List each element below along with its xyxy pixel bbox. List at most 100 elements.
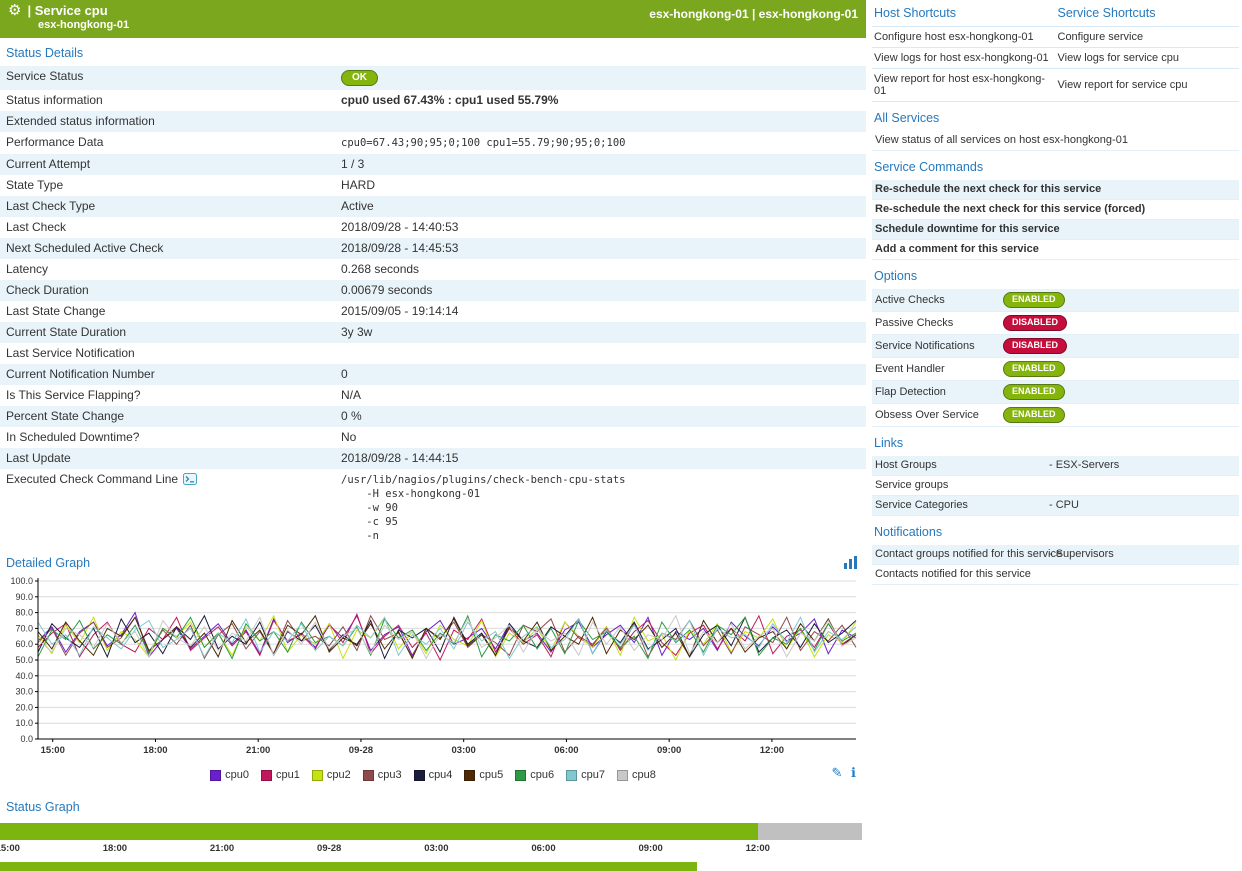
gear-icon[interactable]: ⚙ <box>8 3 21 18</box>
field-value: 0 % <box>335 406 866 427</box>
host-shortcut-link[interactable]: Configure host esx-hongkong-01 <box>872 27 1056 48</box>
field-value: 0.268 seconds <box>335 259 866 280</box>
table-row: Current Attempt1 / 3 <box>0 154 866 175</box>
status-segment-nodata <box>758 823 862 840</box>
table-row: Percent State Change0 % <box>0 406 866 427</box>
field-value: 2018/09/28 - 14:45:53 <box>335 238 866 259</box>
option-row[interactable]: Flap DetectionENABLED <box>872 381 1239 404</box>
option-label: Active Checks <box>875 294 1003 307</box>
status-axis-label: 18:00 <box>103 843 127 854</box>
table-row: Last Update2018/09/28 - 14:44:15 <box>0 448 866 469</box>
links-heading[interactable]: Links <box>872 427 1239 456</box>
main-panel: ⚙ | Service cpu esx-hongkong-01 esx-hong… <box>0 0 866 871</box>
legend-label: cpu7 <box>581 769 605 781</box>
legend-label: cpu4 <box>429 769 453 781</box>
service-command-link[interactable]: Schedule downtime for this service <box>872 220 1239 240</box>
svg-text:09:00: 09:00 <box>657 745 681 756</box>
status-badge: OK <box>341 70 378 86</box>
side-panel: Host Shortcuts Service Shortcuts Configu… <box>866 0 1242 871</box>
service-shortcut-link[interactable]: Configure service <box>1056 27 1240 48</box>
option-state-badge[interactable]: ENABLED <box>1003 361 1065 377</box>
row-label: View status of all services on host esx-… <box>875 134 1128 147</box>
edit-graph-icon[interactable]: ✎ <box>832 765 843 780</box>
svg-text:15:00: 15:00 <box>41 745 65 756</box>
field-label: State Type <box>0 175 335 196</box>
table-row: In Scheduled Downtime?No <box>0 427 866 448</box>
svg-text:50.0: 50.0 <box>15 655 33 665</box>
field-value: /usr/lib/nagios/plugins/check-bench-cpu-… <box>335 469 866 547</box>
field-label: Percent State Change <box>0 406 335 427</box>
option-state-badge[interactable]: ENABLED <box>1003 292 1065 308</box>
legend-swatch <box>515 770 526 781</box>
service-shortcuts-heading[interactable]: Service Shortcuts <box>1056 0 1240 27</box>
status-axis-label: 09:00 <box>638 843 662 854</box>
graph-tools: ✎ ℹ <box>827 765 856 781</box>
row-label: Re-schedule the next check for this serv… <box>875 183 1101 196</box>
link-row[interactable]: Service Categories- CPU <box>872 496 1239 516</box>
svg-text:03:00: 03:00 <box>452 745 476 756</box>
field-label: Status information <box>0 90 335 111</box>
host-shortcuts-heading[interactable]: Host Shortcuts <box>872 0 1056 27</box>
link-row[interactable]: Service groups <box>872 476 1239 496</box>
option-row[interactable]: Obsess Over ServiceENABLED <box>872 404 1239 427</box>
legend-swatch <box>363 770 374 781</box>
detailed-graph-header: Detailed Graph <box>0 547 866 573</box>
detailed-graph-heading[interactable]: Detailed Graph <box>6 556 90 570</box>
legend-item: cpu3 <box>363 769 402 781</box>
field-label: Last Service Notification <box>0 343 335 364</box>
service-commands-heading[interactable]: Service Commands <box>872 151 1239 180</box>
legend-items: cpu0cpu1cpu2cpu3cpu4cpu5cpu6cpu7cpu8 <box>210 769 656 781</box>
link-row[interactable]: Host Groups- ESX-Servers <box>872 456 1239 476</box>
option-row[interactable]: Active ChecksENABLED <box>872 289 1239 312</box>
field-label: Latency <box>0 259 335 280</box>
bar-chart-icon[interactable] <box>843 556 858 570</box>
option-state-badge[interactable]: ENABLED <box>1003 407 1065 423</box>
service-shortcut-link[interactable]: View logs for service cpu <box>1056 48 1240 69</box>
all-services-link[interactable]: View status of all services on host esx-… <box>872 131 1239 151</box>
field-label: Executed Check Command Line <box>0 469 335 547</box>
header-host-links[interactable]: esx-hongkong-01 | esx-hongkong-01 <box>649 7 858 21</box>
field-label: Is This Service Flapping? <box>0 385 335 406</box>
option-state-badge[interactable]: DISABLED <box>1003 315 1067 331</box>
status-graph-heading[interactable]: Status Graph <box>0 786 866 820</box>
command-expand-icon[interactable] <box>183 473 197 488</box>
option-label: Event Handler <box>875 363 1003 376</box>
table-row: Status informationcpu0 used 67.43% : cpu… <box>0 90 866 111</box>
row-label: Service groups <box>875 479 1047 492</box>
shortcut-row: View report for host esx-hongkong-01View… <box>872 69 1239 102</box>
legend-item: cpu6 <box>515 769 554 781</box>
field-value: 2015/09/05 - 19:14:14 <box>335 301 866 322</box>
table-row: Extended status information <box>0 111 866 132</box>
option-state-badge[interactable]: DISABLED <box>1003 338 1067 354</box>
notifications-heading[interactable]: Notifications <box>872 516 1239 545</box>
row-value: - ESX-Servers <box>1049 459 1119 472</box>
notification-row[interactable]: Contact groups notified for this service… <box>872 545 1239 565</box>
legend-swatch <box>261 770 272 781</box>
all-services-heading[interactable]: All Services <box>872 102 1239 131</box>
status-graph-bar[interactable] <box>0 823 862 840</box>
legend-label: cpu8 <box>632 769 656 781</box>
svg-text:10.0: 10.0 <box>15 718 33 728</box>
svg-text:60.0: 60.0 <box>15 639 33 649</box>
host-shortcut-link[interactable]: View logs for host esx-hongkong-01 <box>872 48 1056 69</box>
service-command-link[interactable]: Add a comment for this service <box>872 240 1239 260</box>
option-row[interactable]: Event HandlerENABLED <box>872 358 1239 381</box>
options-heading[interactable]: Options <box>872 260 1239 289</box>
option-state-badge[interactable]: ENABLED <box>1003 384 1065 400</box>
graph-info-icon[interactable]: ℹ <box>851 765 856 780</box>
legend-item: cpu1 <box>261 769 300 781</box>
svg-text:90.0: 90.0 <box>15 592 33 602</box>
status-axis-label: 03:00 <box>424 843 448 854</box>
notification-row[interactable]: Contacts notified for this service <box>872 565 1239 585</box>
option-row[interactable]: Service NotificationsDISABLED <box>872 335 1239 358</box>
service-shortcut-link[interactable]: View report for service cpu <box>1056 69 1240 102</box>
service-command-link[interactable]: Re-schedule the next check for this serv… <box>872 200 1239 220</box>
legend-item: cpu8 <box>617 769 656 781</box>
host-shortcut-link[interactable]: View report for host esx-hongkong-01 <box>872 69 1056 102</box>
svg-text:21:00: 21:00 <box>246 745 270 756</box>
service-command-link[interactable]: Re-schedule the next check for this serv… <box>872 180 1239 200</box>
option-row[interactable]: Passive ChecksDISABLED <box>872 312 1239 335</box>
status-details-heading[interactable]: Status Details <box>0 38 866 66</box>
svg-text:06:00: 06:00 <box>554 745 578 756</box>
field-value: 1 / 3 <box>335 154 866 175</box>
